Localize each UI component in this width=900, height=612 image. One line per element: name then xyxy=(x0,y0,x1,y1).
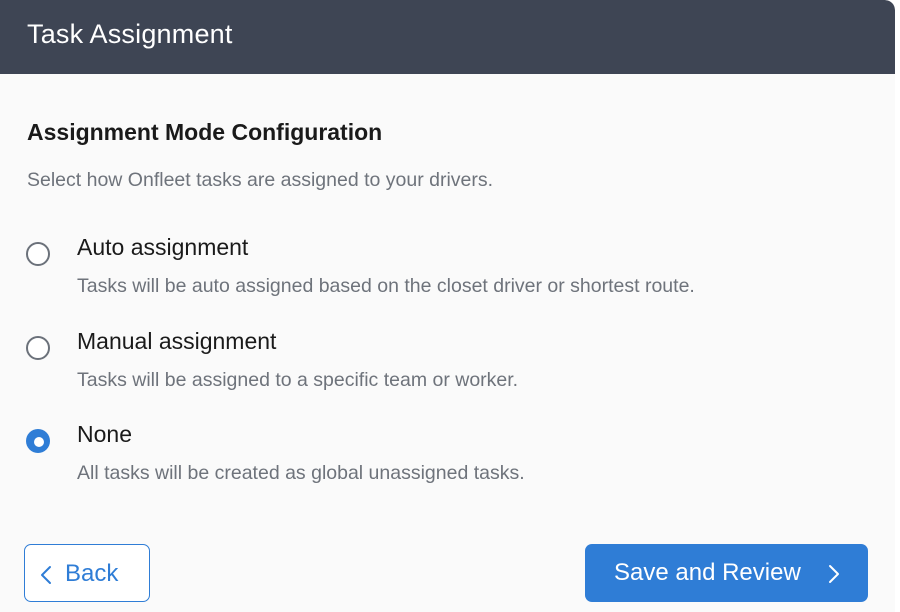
section-title: Assignment Mode Configuration xyxy=(27,119,383,145)
option-label: None xyxy=(77,421,132,447)
radio-option-manual-assignment[interactable]: Manual assignment Tasks will be assigned… xyxy=(24,328,884,400)
radio-option-auto-assignment[interactable]: Auto assignment Tasks will be auto assig… xyxy=(24,234,884,306)
section-description: Select how Onfleet tasks are assigned to… xyxy=(27,169,494,191)
chevron-right-icon xyxy=(828,563,840,591)
option-label: Auto assignment xyxy=(77,234,249,260)
back-button[interactable]: Back xyxy=(24,544,150,602)
radio-button-auto-assignment[interactable] xyxy=(26,242,50,266)
save-and-review-button[interactable]: Save and Review xyxy=(585,544,868,602)
radio-option-none[interactable]: None All tasks will be created as global… xyxy=(24,421,884,493)
option-description: All tasks will be created as global unas… xyxy=(77,462,525,484)
task-assignment-panel: Task Assignment Assignment Mode Configur… xyxy=(0,0,895,612)
option-description: Tasks will be assigned to a specific tea… xyxy=(77,369,519,391)
back-button-label: Back xyxy=(65,560,119,587)
chevron-left-icon xyxy=(40,564,52,592)
page-title: Task Assignment xyxy=(27,19,233,49)
option-description: Tasks will be auto assigned based on the… xyxy=(77,275,695,297)
window-edge xyxy=(895,0,900,612)
radio-button-none[interactable] xyxy=(26,429,50,453)
radio-button-manual-assignment[interactable] xyxy=(26,336,50,360)
save-button-label: Save and Review xyxy=(614,559,801,586)
option-label: Manual assignment xyxy=(77,328,277,354)
panel-header: Task Assignment xyxy=(0,0,895,74)
